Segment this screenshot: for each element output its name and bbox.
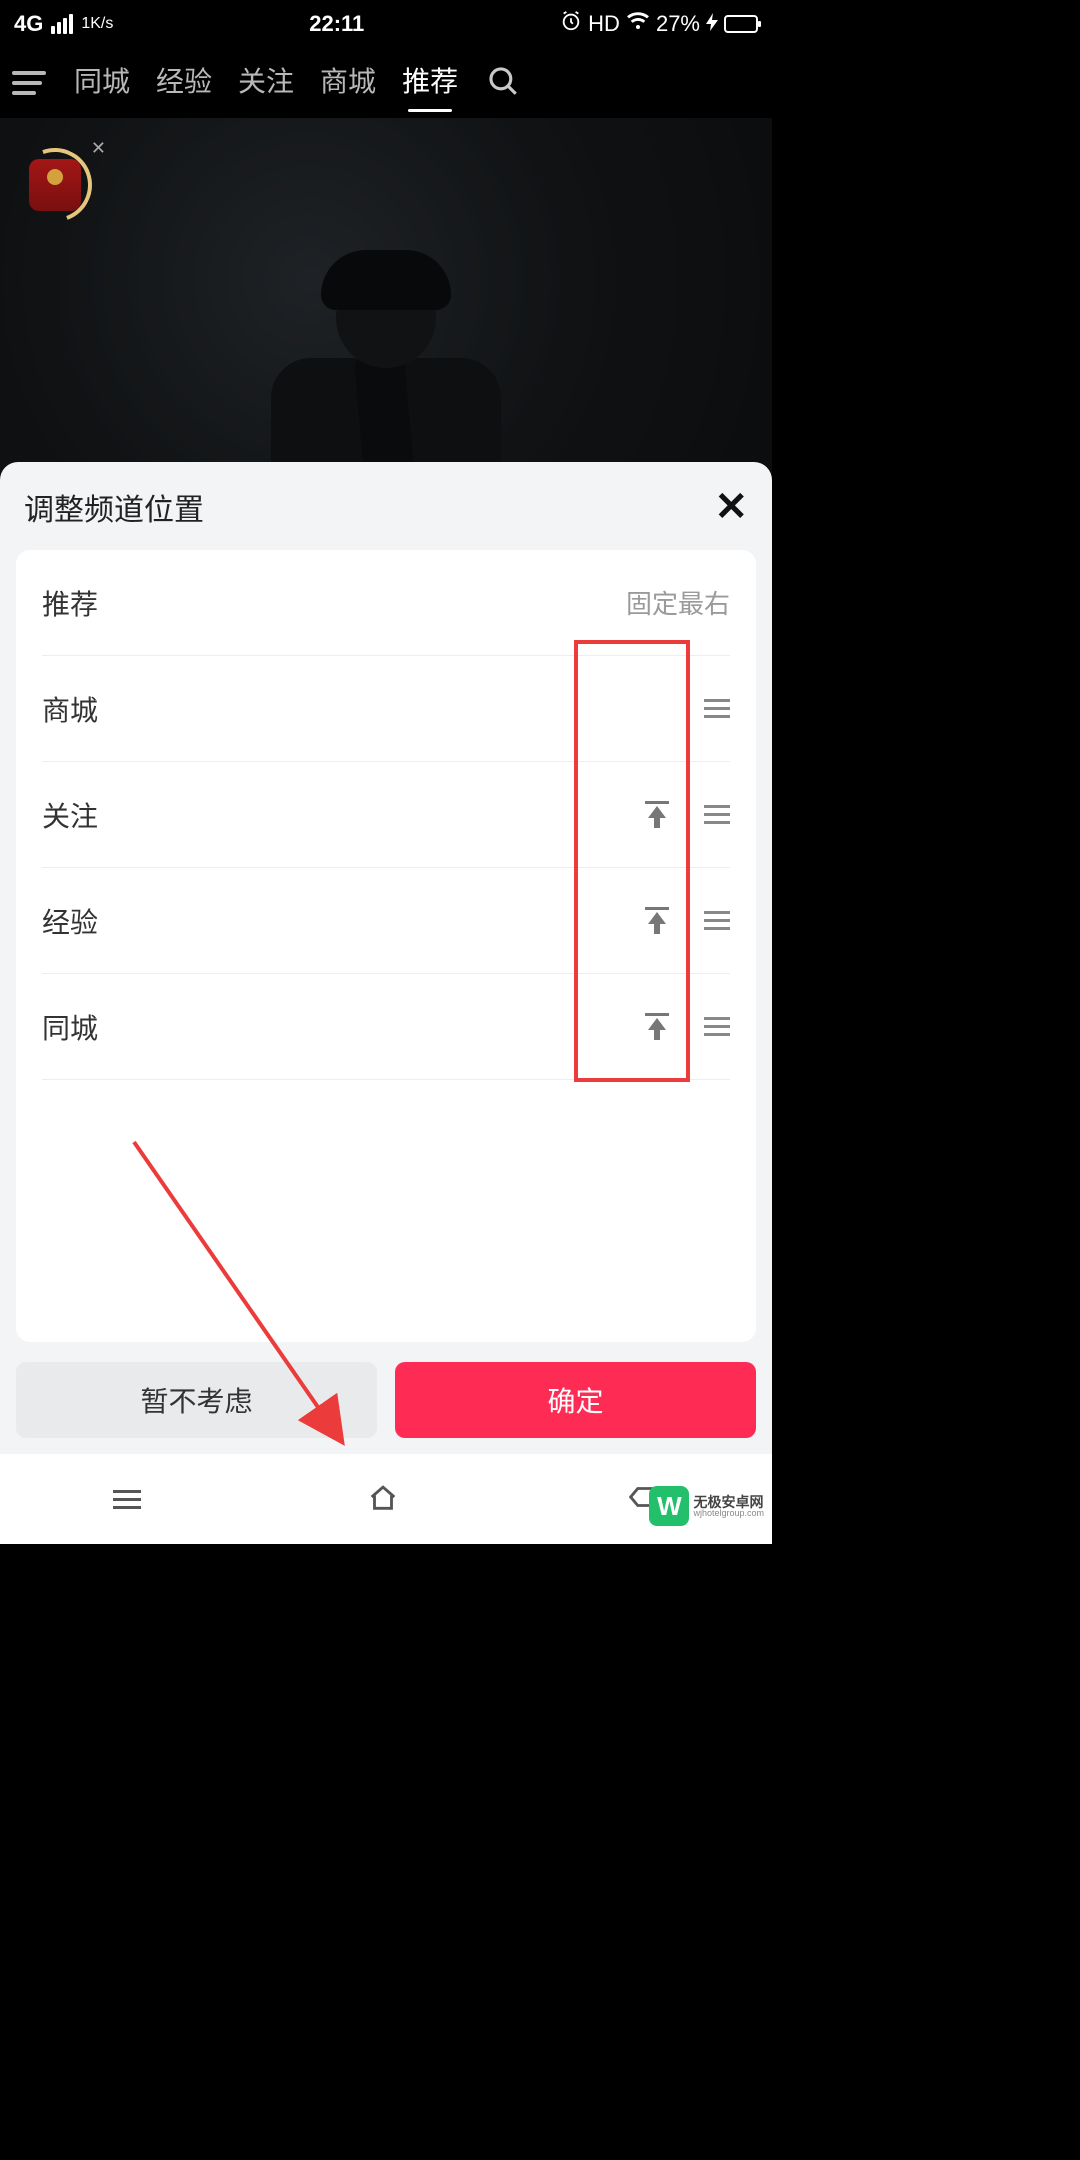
channel-name: 同城 (42, 1007, 640, 1047)
battery-percent: 27% (656, 11, 700, 37)
tab-local[interactable]: 同城 (74, 60, 130, 106)
channel-list: 推荐 固定最右 商城 关注 经验 同城 (16, 550, 756, 1342)
recent-apps-button[interactable] (113, 1490, 141, 1509)
close-reward-icon[interactable]: ✕ (91, 138, 106, 159)
tab-recommend[interactable]: 推荐 (402, 60, 458, 106)
tab-mall[interactable]: 商城 (320, 60, 376, 106)
hd-label: HD (588, 11, 620, 37)
watermark-title: 无极安卓网 (693, 1495, 764, 1509)
watermark-logo: W (649, 1486, 689, 1526)
top-nav: 同城 经验 关注 商城 推荐 (0, 48, 772, 118)
status-bar: 4G 1K/s 22:11 HD 27% (0, 0, 772, 48)
charging-icon (706, 11, 718, 37)
drag-handle-icon[interactable] (704, 911, 730, 930)
home-button[interactable] (366, 1480, 400, 1519)
tab-follow[interactable]: 关注 (238, 60, 294, 106)
reward-widget[interactable]: ✕ (18, 148, 92, 222)
channel-name: 推荐 (42, 583, 626, 623)
drag-handle-icon[interactable] (704, 1017, 730, 1036)
battery-icon (724, 15, 758, 33)
watermark-url: wjhotelgroup.com (693, 1509, 764, 1518)
confirm-button[interactable]: 确定 (395, 1362, 756, 1438)
sheet-title: 调整频道位置 (24, 485, 204, 529)
channel-name: 商城 (42, 689, 640, 729)
annotation-highlight-box (574, 640, 690, 1082)
channel-tabs: 同城 经验 关注 商城 推荐 (74, 60, 458, 106)
channel-name: 关注 (42, 795, 640, 835)
channel-order-sheet: 调整频道位置 ✕ 推荐 固定最右 商城 关注 经验 同城 (0, 462, 772, 1454)
clock: 22:11 (113, 11, 560, 37)
watermark: W 无极安卓网 wjhotelgroup.com (649, 1486, 764, 1526)
drag-handle-icon[interactable] (704, 699, 730, 718)
cancel-button[interactable]: 暂不考虑 (16, 1362, 377, 1438)
signal-icon (51, 14, 73, 34)
wifi-icon (626, 9, 650, 39)
network-type: 4G (14, 11, 43, 37)
search-icon[interactable] (486, 64, 520, 103)
alarm-icon (560, 10, 582, 38)
close-icon[interactable]: ✕ (714, 484, 748, 530)
channel-name: 经验 (42, 901, 640, 941)
network-speed: 1K/s (81, 15, 113, 33)
fixed-label: 固定最右 (626, 584, 730, 621)
drag-handle-icon[interactable] (704, 805, 730, 824)
menu-icon[interactable] (12, 71, 46, 95)
tab-experience[interactable]: 经验 (156, 60, 212, 106)
